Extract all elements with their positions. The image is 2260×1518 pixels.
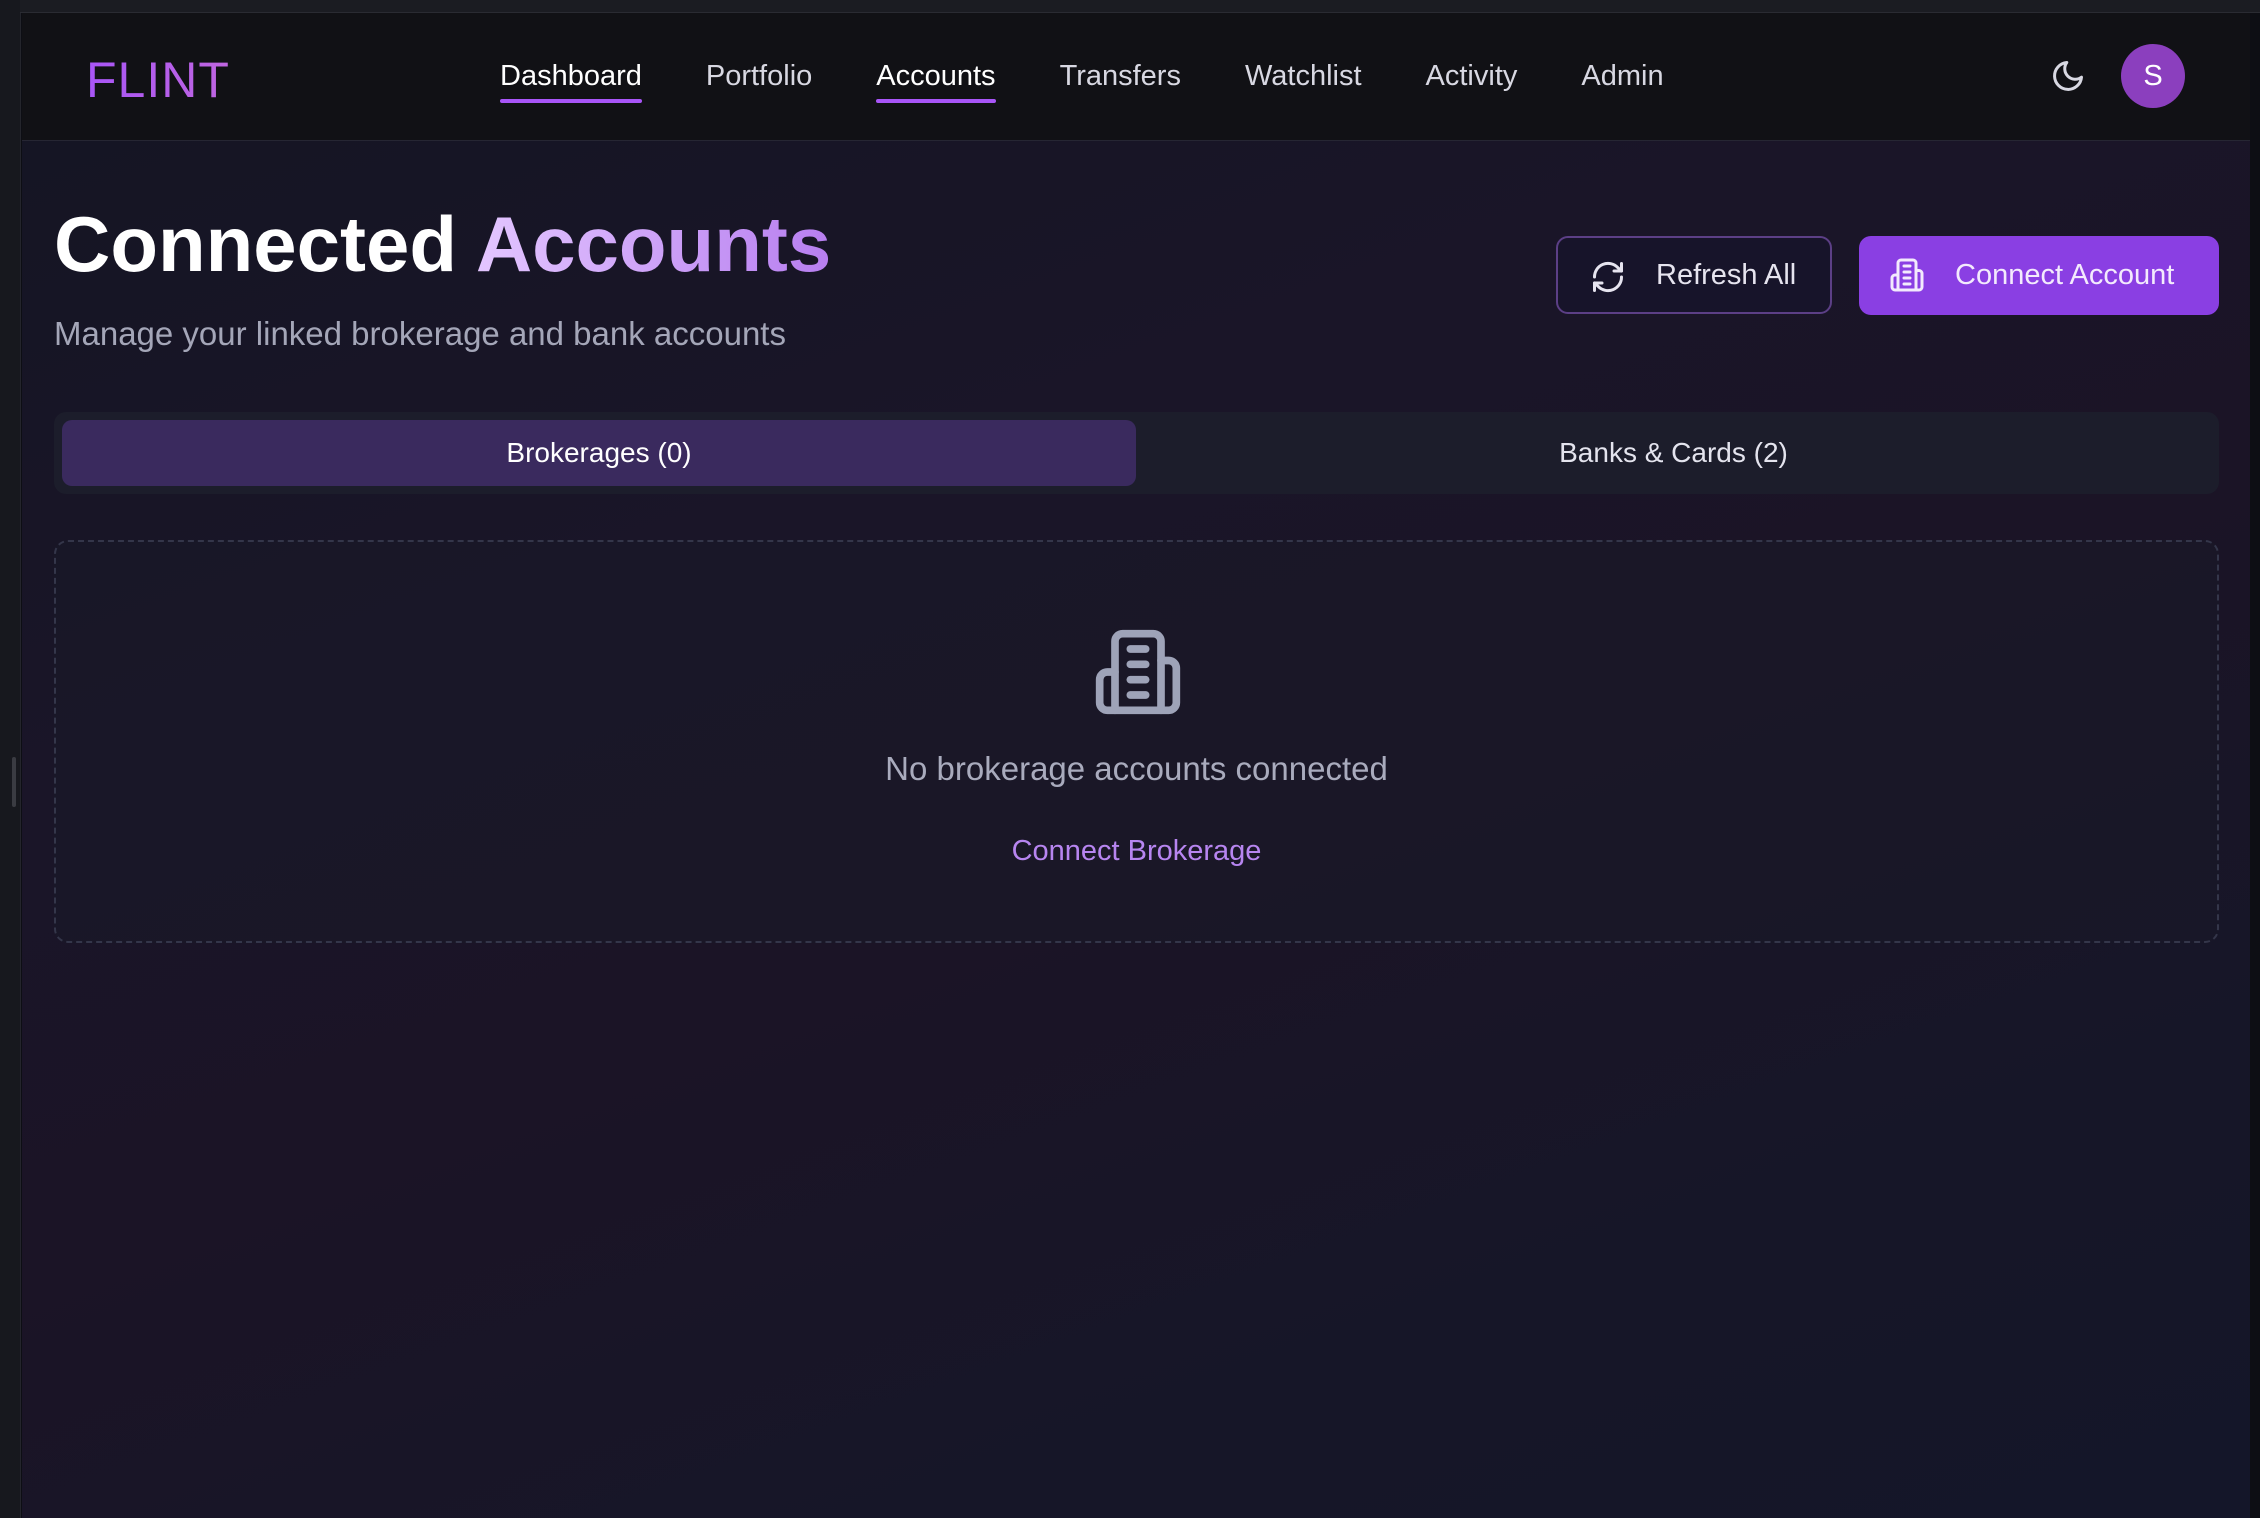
empty-state-panel: No brokerage accounts connected Connect … <box>54 540 2219 943</box>
nav-links: Dashboard Portfolio Accounts Transfers W… <box>500 13 1664 140</box>
nav-item-watchlist[interactable]: Watchlist <box>1245 54 1362 99</box>
nav-item-admin[interactable]: Admin <box>1581 54 1663 99</box>
nav-item-dashboard[interactable]: Dashboard <box>500 54 642 103</box>
tab-brokerages[interactable]: Brokerages (0) <box>62 420 1136 486</box>
top-navbar: FLINT Dashboard Portfolio Accounts Trans… <box>22 13 2250 141</box>
brand-logo[interactable]: FLINT <box>86 51 230 109</box>
theme-toggle-button[interactable] <box>2050 58 2086 94</box>
refresh-all-button[interactable]: Refresh All <box>1556 236 1832 314</box>
connect-account-button[interactable]: Connect Account <box>1859 236 2219 315</box>
refresh-all-label: Refresh All <box>1656 259 1797 291</box>
account-type-tabs: Brokerages (0) Banks & Cards (2) <box>54 412 2219 494</box>
empty-state-message: No brokerage accounts connected <box>885 750 1388 787</box>
user-avatar[interactable]: S <box>2121 44 2185 108</box>
window-left-rail <box>0 0 21 1518</box>
connect-brokerage-link[interactable]: Connect Brokerage <box>56 835 2217 868</box>
resize-handle[interactable] <box>12 757 16 807</box>
page-title: Connected Accounts <box>54 199 831 290</box>
window-top-strip <box>20 0 2260 13</box>
app-root: FLINT Dashboard Portfolio Accounts Trans… <box>22 13 2250 1518</box>
building-icon <box>1095 629 1181 715</box>
page-title-main: Connected <box>54 200 458 288</box>
refresh-icon <box>1592 261 1624 293</box>
moon-icon <box>2053 61 2083 91</box>
nav-item-accounts[interactable]: Accounts <box>876 54 996 103</box>
building-icon <box>1890 258 1924 292</box>
nav-item-transfers[interactable]: Transfers <box>1060 54 1181 99</box>
nav-item-activity[interactable]: Activity <box>1426 54 1518 99</box>
page-subtitle: Manage your linked brokerage and bank ac… <box>54 315 786 352</box>
tab-banks-cards[interactable]: Banks & Cards (2) <box>1136 420 2211 486</box>
connect-account-label: Connect Account <box>1955 259 2175 291</box>
page-title-accent: Accounts <box>475 200 832 288</box>
nav-item-portfolio[interactable]: Portfolio <box>706 54 812 99</box>
